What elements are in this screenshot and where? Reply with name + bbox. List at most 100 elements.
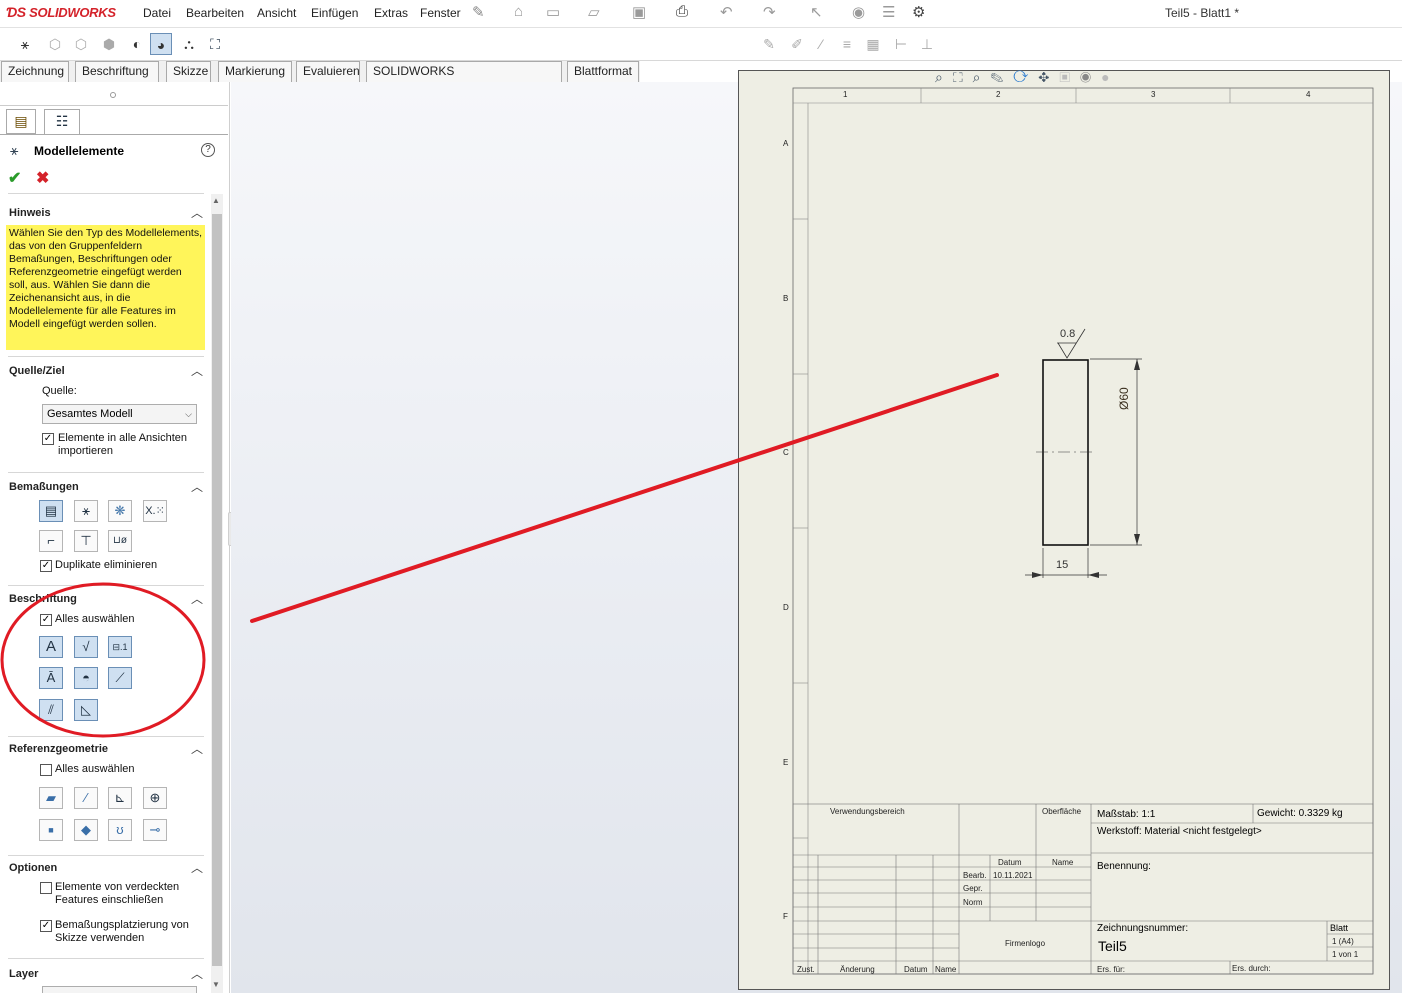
section-title-hinweis[interactable]: Hinweis <box>9 207 51 219</box>
line-tool-icon[interactable]: ⁄ <box>810 33 832 55</box>
surface-finish-value[interactable]: 0.8 <box>1060 328 1075 340</box>
detail-view-icon[interactable]: ◐ <box>126 33 148 55</box>
tolerance-dimension-icon[interactable]: X.⁙ <box>143 500 167 522</box>
open-folder-icon[interactable]: ▱ <box>588 3 600 21</box>
options-gear-icon[interactable]: ⚙ <box>912 3 925 21</box>
cancel-x-icon[interactable]: ✖ <box>36 168 49 188</box>
annotation-tool-icon[interactable]: ✎ <box>758 33 780 55</box>
tab-zeichnung[interactable]: Zeichnung <box>1 61 69 82</box>
section-title-layer[interactable]: Layer <box>9 968 38 980</box>
surface-finish-icon[interactable]: √ <box>74 636 98 658</box>
weld-symbol-icon[interactable]: ⟋ <box>108 667 132 689</box>
width-dimension[interactable]: 15 <box>1056 559 1068 571</box>
model-view-icon[interactable]: ⚹ <box>14 33 36 55</box>
smart-dimension-icon[interactable]: ⛬ <box>178 33 200 55</box>
configuration-tab-icon[interactable]: ☷ <box>44 109 80 134</box>
tab-evaluieren[interactable]: Evaluieren <box>296 61 360 82</box>
scroll-up-icon[interactable]: ▲ <box>212 196 220 205</box>
save-icon[interactable]: ▣ <box>632 3 646 21</box>
tab-zusatzanwendungen[interactable]: SOLIDWORKS Zusatzanwendungen <box>366 61 562 97</box>
alternate-position-icon[interactable]: ⛶ <box>204 33 226 55</box>
model-items-icon[interactable]: ◕ <box>150 33 172 55</box>
projected-view-icon[interactable]: ⬡ <box>44 33 66 55</box>
table-tool-icon[interactable]: ▦ <box>862 33 884 55</box>
hatch-tool-icon[interactable]: ≡ <box>836 33 858 55</box>
curve-icon[interactable]: ʊ <box>108 819 132 841</box>
notes-icon[interactable]: A <box>39 636 63 658</box>
weld-bead-icon[interactable]: ◺ <box>74 699 98 721</box>
not-marked-dimension-icon[interactable]: ⚹ <box>74 500 98 522</box>
hidden-features-checkbox[interactable] <box>40 882 52 894</box>
section-title-bemassungen[interactable]: Bemaßungen <box>9 481 79 493</box>
align-tool-icon[interactable]: ⊢ <box>890 33 912 55</box>
section-view-icon[interactable]: ⬢ <box>98 33 120 55</box>
plane-icon[interactable]: ▰ <box>39 787 63 809</box>
property-manager-tab-icon[interactable]: ▤ <box>6 109 36 134</box>
tab-beschriftung[interactable]: Beschriftung <box>75 61 159 82</box>
source-select[interactable]: Gesamtes Modell ⌵ <box>42 404 197 424</box>
collapse-chevron-icon[interactable]: ︿ <box>191 859 203 876</box>
axis-icon[interactable]: ⁄ <box>74 787 98 809</box>
ok-check-icon[interactable]: ✔ <box>8 168 21 188</box>
hole-wizard-profile-icon[interactable]: ⌐ <box>39 530 63 552</box>
menu-fenster[interactable]: Fenster <box>420 6 461 20</box>
import-all-checkbox[interactable]: ✓ <box>42 433 54 445</box>
solidworks-logo[interactable]: ƊS SOLIDWORKS <box>6 4 116 20</box>
section-title-optionen[interactable]: Optionen <box>9 862 57 874</box>
section-title-referenz[interactable]: Referenzgeometrie <box>9 743 108 755</box>
auxiliary-view-icon[interactable]: ⬡ <box>70 33 92 55</box>
hole-callout-icon[interactable]: ⊔ø <box>108 530 132 552</box>
route-point-icon[interactable]: ⊸ <box>143 819 167 841</box>
help-icon[interactable]: ? <box>201 143 215 157</box>
tab-markierung[interactable]: Markierung <box>218 61 292 82</box>
menu-ansicht[interactable]: Ansicht <box>257 6 296 20</box>
datum-target-icon[interactable]: ◓ <box>74 667 98 689</box>
annotations-select-all-checkbox[interactable]: ✓ <box>40 614 52 626</box>
collapse-chevron-icon[interactable]: ︿ <box>191 204 203 221</box>
panel-grip-icon[interactable] <box>110 92 116 98</box>
note-tool-icon[interactable]: ✐ <box>786 33 808 55</box>
instance-count-icon[interactable]: ❋ <box>108 500 132 522</box>
sketch-placement-checkbox[interactable]: ✓ <box>40 920 52 932</box>
undo-icon[interactable]: ↶ <box>720 3 733 21</box>
section-title-quelle[interactable]: Quelle/Ziel <box>9 365 65 377</box>
layer-tool-icon[interactable]: ⊥ <box>916 33 938 55</box>
menu-datei[interactable]: Datei <box>143 6 171 20</box>
scroll-down-icon[interactable]: ▼ <box>212 980 220 989</box>
collapse-chevron-icon[interactable]: ︿ <box>191 740 203 757</box>
menu-extras[interactable]: Extras <box>374 6 408 20</box>
home-icon[interactable]: ⌂ <box>514 3 523 20</box>
diameter-dimension[interactable]: Ø60 <box>1117 387 1131 410</box>
collapse-chevron-icon[interactable]: ︿ <box>191 965 203 982</box>
redo-icon[interactable]: ↷ <box>763 3 776 21</box>
tab-skizze[interactable]: Skizze <box>166 61 211 82</box>
select-arrow-icon[interactable]: ↖ <box>810 3 823 21</box>
print-icon[interactable]: ⎙ <box>676 3 688 20</box>
surface-icon[interactable]: ◆ <box>74 819 98 841</box>
collapse-chevron-icon[interactable]: ︿ <box>191 590 203 607</box>
menu-bearbeiten[interactable]: Bearbeiten <box>186 6 244 20</box>
collapse-chevron-icon[interactable]: ︿ <box>191 362 203 379</box>
collapse-chevron-icon[interactable]: ︿ <box>191 478 203 495</box>
marked-for-drawing-icon[interactable]: ▤ <box>39 500 63 522</box>
duplicates-checkbox[interactable]: ✓ <box>40 560 52 572</box>
menu-einfuegen[interactable]: Einfügen <box>311 6 358 20</box>
section-title-beschriftung[interactable]: Beschriftung <box>9 593 77 605</box>
coordinate-system-icon[interactable]: ⊾ <box>108 787 132 809</box>
file-properties-icon[interactable]: ☰ <box>882 3 895 21</box>
pin-icon[interactable]: ✎ <box>472 3 485 21</box>
datum-feature-icon[interactable]: Ā <box>39 667 63 689</box>
tb-blatt-a4: 1 (A4) <box>1332 937 1354 946</box>
hole-wizard-location-icon[interactable]: ⊤ <box>74 530 98 552</box>
scrollbar-thumb[interactable] <box>212 214 222 966</box>
new-document-icon[interactable]: ▭ <box>546 3 560 21</box>
tab-blattformat[interactable]: Blattformat <box>567 61 639 82</box>
reference-select-all-checkbox[interactable] <box>40 764 52 776</box>
panel-scrollbar[interactable]: ▲ ▼ <box>211 194 223 993</box>
rebuild-icon[interactable]: ◉ <box>852 3 865 21</box>
origin-icon[interactable]: ⊕ <box>143 787 167 809</box>
point-icon[interactable]: ■ <box>39 819 63 841</box>
layer-select[interactable] <box>42 986 197 993</box>
cosmetic-thread-icon[interactable]: ⫽ <box>39 699 63 721</box>
geometric-tolerance-icon[interactable]: ⊟.1 <box>108 636 132 658</box>
